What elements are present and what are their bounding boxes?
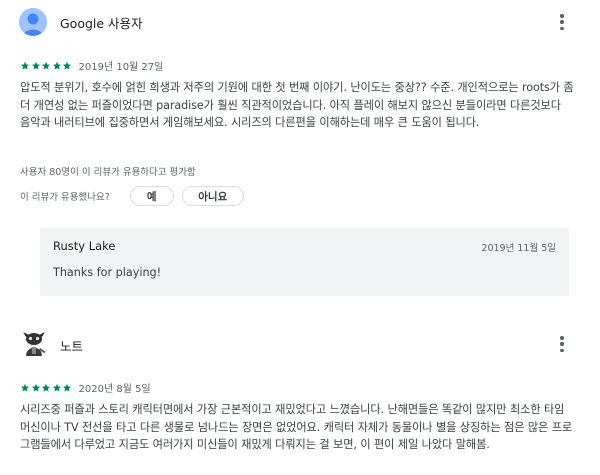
review-meta: 2020년 8월 5일: [20, 380, 151, 395]
helpful-no-button[interactable]: 아니요: [181, 186, 244, 206]
review-author: 노트: [60, 339, 84, 354]
review-card: Google 사용자 2019년 10월 27일 압도적 분위기, 호수에 얽힌…: [0, 0, 600, 296]
person-icon: [19, 8, 47, 36]
reply-date: 2019년 11월 5일: [481, 243, 556, 254]
star-icon: [41, 61, 51, 69]
more-vert-icon[interactable]: [554, 334, 570, 354]
helpful-question: 이 리뷰가 유용했나요?: [20, 192, 110, 203]
review-card: 노트 2020년 8월 5일 시리즈중 퍼즐과 스토리 캐릭터면에서 가장 근본…: [0, 322, 600, 451]
star-icon: [52, 61, 61, 69]
character-avatar-icon: [23, 332, 46, 356]
star-icon: [52, 383, 61, 391]
review-meta: 2019년 10월 27일: [20, 58, 163, 73]
star-rating: [20, 61, 73, 71]
reply-text: Thanks for playing!: [53, 266, 162, 279]
star-icon: [41, 383, 51, 391]
avatar: [19, 8, 47, 36]
star-icon: [62, 61, 72, 69]
star-rating: [20, 383, 73, 393]
helpful-yes-button[interactable]: 예: [129, 186, 174, 206]
star-icon: [62, 383, 72, 391]
developer-reply: Rusty Lake 2019년 11월 5일 Thanks for playi…: [40, 228, 569, 296]
star-icon: [20, 61, 30, 69]
reply-author: Rusty Lake: [53, 239, 116, 253]
star-icon: [20, 383, 30, 391]
more-vert-icon[interactable]: [554, 12, 570, 32]
review-text: 시리즈중 퍼즐과 스토리 캐릭터면에서 가장 근본적이고 재밌었다고 느꼈습니다…: [20, 403, 573, 451]
review-header: 노트: [0, 322, 600, 366]
star-icon: [31, 61, 40, 69]
avatar: [19, 328, 49, 358]
helpful-count: 사용자 80명이 이 리뷰가 유용하다고 평가함: [20, 167, 196, 178]
review-date: 2019년 10월 27일: [78, 62, 164, 73]
review-header: Google 사용자: [0, 0, 600, 44]
review-text: 압도적 분위기, 호수에 얽힌 희생과 저주의 기원에 대한 첫 번째 이야기.…: [20, 81, 574, 129]
helpful-prompt: 이 리뷰가 유용했나요? 예 아니요: [20, 186, 244, 206]
review-date: 2020년 8월 5일: [78, 384, 151, 395]
star-icon: [31, 383, 40, 391]
review-author: Google 사용자: [60, 16, 143, 31]
